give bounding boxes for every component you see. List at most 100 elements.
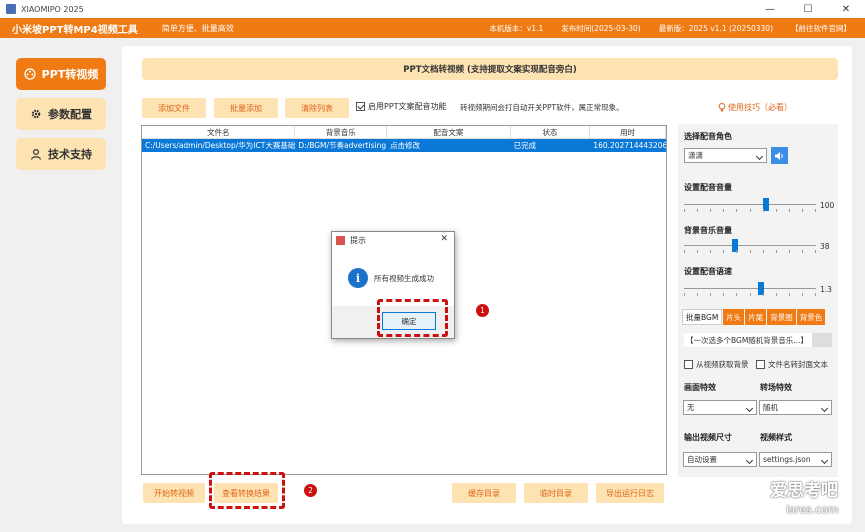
slider-tick — [697, 293, 699, 296]
page-title: PPT文档转视频 (支持提取文案实现配音旁白) — [142, 58, 838, 80]
cell-filename: C:/Users/admin/Desktop/华为ICT大赛基础 — [145, 141, 296, 150]
slider-tick — [801, 250, 803, 253]
checkbox-box[interactable] — [356, 102, 365, 111]
checkbox-box[interactable] — [756, 360, 765, 369]
slider-tick — [801, 209, 803, 212]
dubbing-checkbox-label: 启用PPT文案配音功能 — [368, 102, 447, 111]
tab-background-color[interactable]: 背景色 — [796, 309, 826, 325]
slider-tick — [710, 209, 712, 212]
slider-tick — [736, 250, 738, 253]
local-version: 本机版本：v1.1 — [489, 23, 544, 33]
brand-bar: 小米坡PPT转MP4视频工具 简单方便、批量高效 本机版本：v1.1 发布时间(… — [0, 18, 865, 38]
tab-background-image[interactable]: 背景图 — [767, 309, 796, 325]
voice-volume-slider[interactable] — [684, 198, 816, 212]
dialog-app-icon — [336, 235, 345, 245]
cache-dir-button[interactable]: 缓存目录 — [452, 483, 516, 503]
column-header[interactable]: 背景音乐 — [295, 126, 388, 138]
tab-batch-bgm[interactable]: 批量BGM — [682, 309, 723, 325]
version-info: 本机版本：v1.1 发布时间(2025-03-30) 最新版：2025 v1.1… — [489, 18, 851, 38]
slider-tick — [775, 250, 777, 253]
effect-select[interactable]: 无 — [683, 400, 757, 415]
watermark-en: isres.com — [786, 503, 839, 516]
bgm-tabs: 批量BGM 片头 片尾 背景图 背景色 — [682, 309, 826, 325]
cell-duration: 160.2027144432068 — [593, 141, 667, 150]
slider-tick — [762, 209, 764, 212]
maximize-button[interactable]: ☐ — [789, 0, 827, 18]
website-link[interactable]: 【前往软件官网】 — [791, 23, 851, 34]
batch-add-button[interactable]: 批量添加 — [214, 98, 278, 118]
slider-tick — [815, 250, 816, 253]
slider-tick — [684, 250, 685, 253]
sidebar-item-label: 技术支持 — [48, 148, 92, 161]
start-convert-button[interactable]: 开始转视频 — [143, 483, 205, 503]
speech-speed-slider[interactable] — [684, 282, 816, 296]
window-title: XIAOMIPO 2025 — [21, 4, 84, 14]
cell-dubbing-text[interactable]: 点击修改 — [387, 139, 511, 152]
app-icon — [6, 4, 16, 14]
filename-cover-label: 文件名转封面文本 — [768, 360, 828, 369]
bgm-clear-box[interactable] — [812, 333, 832, 347]
view-result-button[interactable]: 查看转换结果 — [214, 483, 278, 503]
slider-tick — [736, 293, 738, 296]
sidebar-item-label: 参数配置 — [48, 108, 92, 121]
slider-track — [684, 204, 816, 205]
table-row[interactable]: C:/Users/admin/Desktop/华为ICT大赛基础 D:/BGM/… — [142, 139, 666, 152]
slider-tick — [723, 250, 725, 253]
voice-role-select[interactable]: 潇潇 — [684, 148, 767, 163]
slider-tick — [736, 209, 738, 212]
column-header[interactable]: 配音文案 — [387, 126, 511, 138]
video-bg-checkbox[interactable]: 从视频获取背景 — [684, 359, 749, 370]
app-slogan: 简单方便、批量高效 — [161, 23, 234, 33]
temp-dir-button[interactable]: 临时目录 — [524, 483, 588, 503]
transition-label: 转场特效 — [760, 383, 792, 392]
bgm-multi-select-link[interactable]: 【一次选多个BGM随机背景音乐...】 — [684, 333, 832, 347]
gear-icon — [31, 109, 41, 119]
output-size-label: 输出视频尺寸 — [684, 433, 732, 442]
video-style-select[interactable]: settings.json — [759, 452, 832, 467]
slider-tick — [788, 293, 790, 296]
slider-tick — [684, 209, 685, 212]
slider-tick — [788, 250, 790, 253]
bgm-volume-value: 38 — [820, 242, 830, 251]
conversion-hint: 转视频期间会打自动开关PPT软件，属正常现象。 — [460, 103, 624, 112]
close-window-button[interactable]: ✕ — [827, 0, 865, 18]
sidebar-item-settings[interactable]: 参数配置 — [16, 98, 106, 130]
slider-track — [684, 288, 816, 289]
filename-cover-checkbox[interactable]: 文件名转封面文本 — [756, 359, 828, 370]
cell-bgm: D:/BGM/节奏advertising — [298, 141, 387, 150]
slider-tick — [697, 250, 699, 253]
tab-outro[interactable]: 片尾 — [745, 309, 767, 325]
column-header[interactable]: 状态 — [511, 126, 591, 138]
slider-tick — [749, 250, 751, 253]
checkbox-box[interactable] — [684, 360, 693, 369]
slider-tick — [684, 293, 685, 296]
tips-link[interactable]: 使用技巧（必看） — [718, 102, 792, 113]
output-size-select[interactable]: 自动设置 — [683, 452, 757, 467]
add-file-button[interactable]: 添加文件 — [142, 98, 206, 118]
speaker-icon — [775, 151, 783, 160]
slider-tick — [815, 293, 816, 296]
sidebar-item-ppt-to-video[interactable]: PPT转视频 — [16, 58, 106, 90]
clear-list-button[interactable]: 清除列表 — [285, 98, 349, 118]
bgm-volume-slider[interactable] — [684, 239, 816, 253]
column-header[interactable]: 用时 — [590, 126, 667, 138]
info-icon: i — [348, 268, 368, 288]
dialog-close-button[interactable]: ✕ — [440, 234, 448, 244]
settings-panel — [678, 124, 838, 477]
user-icon — [30, 148, 42, 160]
slider-tick — [749, 209, 751, 212]
slider-tick — [815, 209, 816, 212]
minimize-button[interactable]: — — [751, 0, 789, 18]
column-header[interactable]: 文件名 — [142, 126, 296, 138]
sidebar-item-support[interactable]: 技术支持 — [16, 138, 106, 170]
slider-tick — [749, 293, 751, 296]
transition-select[interactable]: 随机 — [759, 400, 832, 415]
tips-label: 使用技巧（必看） — [728, 103, 792, 112]
latest-version: 最新版：2025 v1.1 (20250330) — [658, 23, 773, 33]
dubbing-checkbox[interactable]: 启用PPT文案配音功能 — [356, 101, 447, 112]
slider-thumb[interactable] — [762, 198, 769, 211]
tab-intro[interactable]: 片头 — [723, 309, 745, 325]
preview-voice-button[interactable] — [771, 147, 788, 164]
speech-speed-value: 1.3 — [820, 285, 832, 294]
export-log-button[interactable]: 导出运行日志 — [596, 483, 664, 503]
